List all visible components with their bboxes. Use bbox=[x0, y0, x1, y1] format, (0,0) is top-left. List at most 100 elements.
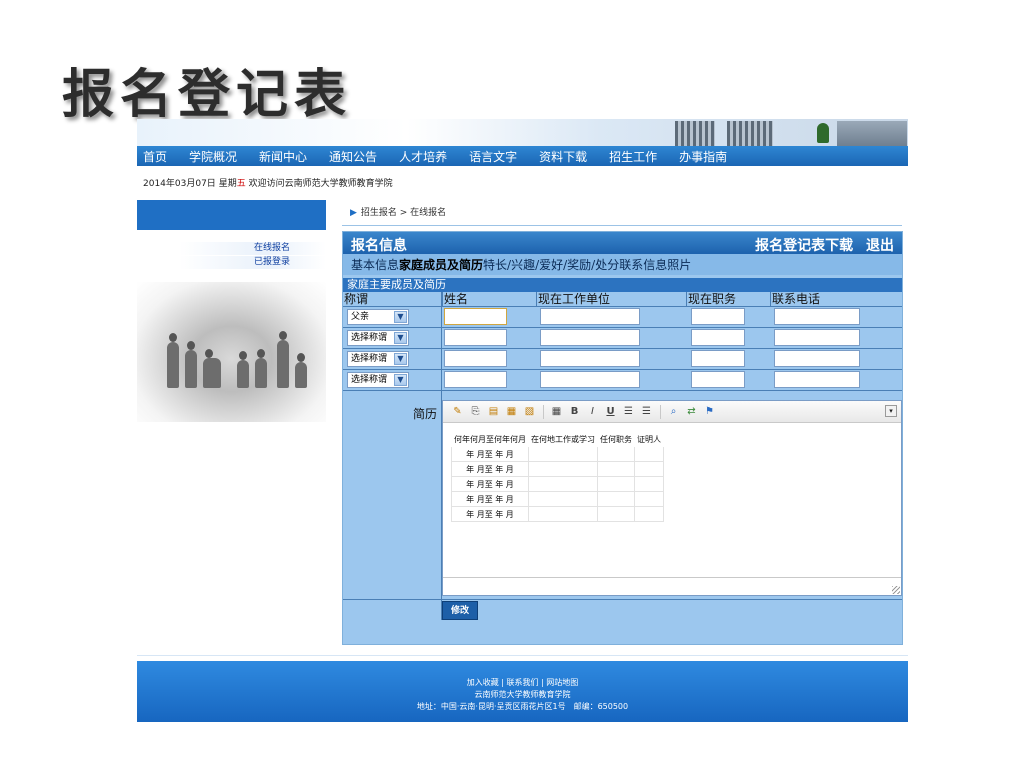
resume-witness-cell[interactable] bbox=[634, 461, 664, 477]
relation-select[interactable]: 选择称谓 ▼ bbox=[347, 330, 409, 346]
resume-position-cell[interactable] bbox=[597, 461, 635, 477]
flag-icon[interactable]: ⚑ bbox=[701, 404, 718, 420]
table-row: 年 月至 年 月 bbox=[451, 491, 664, 507]
ordered-list-icon[interactable]: ☰ bbox=[620, 404, 637, 420]
relation-select[interactable]: 选择称谓 ▼ bbox=[347, 351, 409, 367]
resume-period-cell[interactable]: 年 月至 年 月 bbox=[451, 446, 529, 462]
breadcrumb-path: 招生报名 > 在线报名 bbox=[360, 208, 447, 218]
resume-position-cell[interactable] bbox=[597, 506, 635, 522]
tab-basic-info[interactable]: 基本信息 bbox=[351, 256, 399, 273]
toolbar-separator bbox=[660, 404, 661, 419]
nav-item-about[interactable]: 学院概况 bbox=[189, 148, 237, 165]
toolbar-separator bbox=[543, 404, 544, 419]
resume-position-cell[interactable] bbox=[597, 446, 635, 462]
phone-input[interactable] bbox=[774, 350, 860, 367]
relation-select-value: 选择称谓 bbox=[351, 375, 388, 385]
paste-icon[interactable]: ▤ bbox=[485, 404, 502, 420]
nav-item-news[interactable]: 新闻中心 bbox=[259, 148, 307, 165]
nav-item-downloads[interactable]: 资料下载 bbox=[539, 148, 587, 165]
bold-icon[interactable]: B bbox=[566, 404, 583, 420]
copy-icon[interactable]: ⎘ bbox=[467, 404, 484, 420]
position-input[interactable] bbox=[691, 350, 745, 367]
footer-link-sitemap[interactable]: 网站地图 bbox=[546, 678, 578, 687]
underline-icon[interactable]: U bbox=[602, 404, 619, 420]
resume-witness-cell[interactable] bbox=[634, 476, 664, 492]
resume-witness-cell[interactable] bbox=[634, 506, 664, 522]
logout-link[interactable]: 退出 bbox=[866, 238, 894, 254]
chevron-down-icon: ▼ bbox=[394, 311, 407, 323]
resume-position-cell[interactable] bbox=[597, 476, 635, 492]
nav-item-language[interactable]: 语言文字 bbox=[469, 148, 517, 165]
name-input[interactable] bbox=[444, 371, 507, 388]
tab-photo[interactable]: 照片 bbox=[667, 256, 691, 273]
statue-figure bbox=[255, 349, 267, 388]
table-icon[interactable]: ▦ bbox=[548, 404, 565, 420]
footer-separator: | bbox=[501, 678, 504, 687]
submit-button[interactable]: 修改 bbox=[442, 601, 478, 620]
resume-header-cell: 在何地工作或学习 bbox=[528, 431, 598, 447]
nav-item-training[interactable]: 人才培养 bbox=[399, 148, 447, 165]
resume-period-cell[interactable]: 年 月至 年 月 bbox=[451, 461, 529, 477]
table-row: 年 月至 年 月 bbox=[451, 446, 664, 462]
name-input[interactable] bbox=[444, 329, 507, 346]
workplace-input[interactable] bbox=[540, 308, 640, 325]
chevron-down-icon: ▼ bbox=[394, 374, 407, 386]
phone-input[interactable] bbox=[774, 329, 860, 346]
editor-expand-icon[interactable]: ▾ bbox=[885, 405, 897, 417]
workplace-input[interactable] bbox=[540, 329, 640, 346]
resume-period-cell[interactable]: 年 月至 年 月 bbox=[451, 506, 529, 522]
breadcrumb: ▶ 招生报名 > 在线报名 bbox=[350, 205, 446, 218]
download-form-link[interactable]: 报名登记表下载 bbox=[755, 238, 853, 254]
editor-toolbar: ✎ ⎘ ▤ ▦ ▧ ▦ B I U ☰ ☰ ⌕ ⇄ ⚑ ▾ bbox=[443, 401, 901, 423]
tab-family-resume[interactable]: 家庭成员及简历 bbox=[399, 256, 483, 273]
resume-witness-cell[interactable] bbox=[634, 491, 664, 507]
position-input[interactable] bbox=[691, 371, 745, 388]
replace-icon[interactable]: ⇄ bbox=[683, 404, 700, 420]
paste-text-icon[interactable]: ▦ bbox=[503, 404, 520, 420]
divider bbox=[342, 225, 902, 226]
resize-grip-icon[interactable] bbox=[892, 586, 900, 594]
position-input[interactable] bbox=[691, 329, 745, 346]
resume-period-cell[interactable]: 年 月至 年 月 bbox=[451, 491, 529, 507]
nav-item-notices[interactable]: 通知公告 bbox=[329, 148, 377, 165]
resume-place-cell[interactable] bbox=[528, 446, 598, 462]
resume-place-cell[interactable] bbox=[528, 491, 598, 507]
phone-input[interactable] bbox=[774, 371, 860, 388]
nav-item-home[interactable]: 首页 bbox=[143, 148, 167, 165]
resume-place-cell[interactable] bbox=[528, 476, 598, 492]
italic-icon[interactable]: I bbox=[584, 404, 601, 420]
resume-position-cell[interactable] bbox=[597, 491, 635, 507]
resume-period-cell[interactable]: 年 月至 年 月 bbox=[451, 476, 529, 492]
position-input[interactable] bbox=[691, 308, 745, 325]
brush-icon[interactable]: ✎ bbox=[449, 404, 466, 420]
table-row: 父亲 ▼ bbox=[343, 306, 902, 327]
nav-item-admissions[interactable]: 招生工作 bbox=[609, 148, 657, 165]
relation-select[interactable]: 选择称谓 ▼ bbox=[347, 372, 409, 388]
sidebar-item-online-signup[interactable]: 在线报名 bbox=[179, 242, 326, 255]
tab-skills-awards[interactable]: 特长/兴趣/爱好/奖励/处分 bbox=[483, 256, 619, 273]
footer-link-contact[interactable]: 联系我们 bbox=[507, 678, 539, 687]
resume-witness-cell[interactable] bbox=[634, 446, 664, 462]
relation-select[interactable]: 父亲 ▼ bbox=[347, 309, 409, 325]
sidebar-item-registered-login[interactable]: 已报登录 bbox=[179, 256, 326, 269]
tab-contact-info[interactable]: 联系信息 bbox=[619, 256, 667, 273]
phone-input[interactable] bbox=[774, 308, 860, 325]
week-label: 星期 bbox=[218, 179, 237, 189]
workplace-input[interactable] bbox=[540, 350, 640, 367]
unordered-list-icon[interactable]: ☰ bbox=[638, 404, 655, 420]
resume-editor[interactable]: ✎ ⎘ ▤ ▦ ▧ ▦ B I U ☰ ☰ ⌕ ⇄ ⚑ ▾ 何年何月至何年何月 … bbox=[442, 400, 902, 596]
resume-header-cell: 何年何月至何年何月 bbox=[451, 431, 529, 447]
name-input[interactable] bbox=[444, 350, 507, 367]
relation-select-value: 选择称谓 bbox=[351, 333, 388, 343]
form-tabs: 基本信息 家庭成员及简历 特长/兴趣/爱好/奖励/处分 联系信息 照片 bbox=[343, 254, 902, 275]
resume-place-cell[interactable] bbox=[528, 506, 598, 522]
welcome-text: 欢迎访问云南师范大学教师教育学院 bbox=[248, 179, 393, 189]
paste-word-icon[interactable]: ▧ bbox=[521, 404, 538, 420]
resume-place-cell[interactable] bbox=[528, 461, 598, 477]
footer-link-bookmark[interactable]: 加入收藏 bbox=[467, 678, 499, 687]
workplace-input[interactable] bbox=[540, 371, 640, 388]
date-bar: 2014年03月07日 星期五 欢迎访问云南师范大学教师教育学院 bbox=[143, 176, 393, 189]
find-icon[interactable]: ⌕ bbox=[665, 404, 682, 420]
nav-item-guide[interactable]: 办事指南 bbox=[679, 148, 727, 165]
name-input[interactable] bbox=[444, 308, 507, 325]
